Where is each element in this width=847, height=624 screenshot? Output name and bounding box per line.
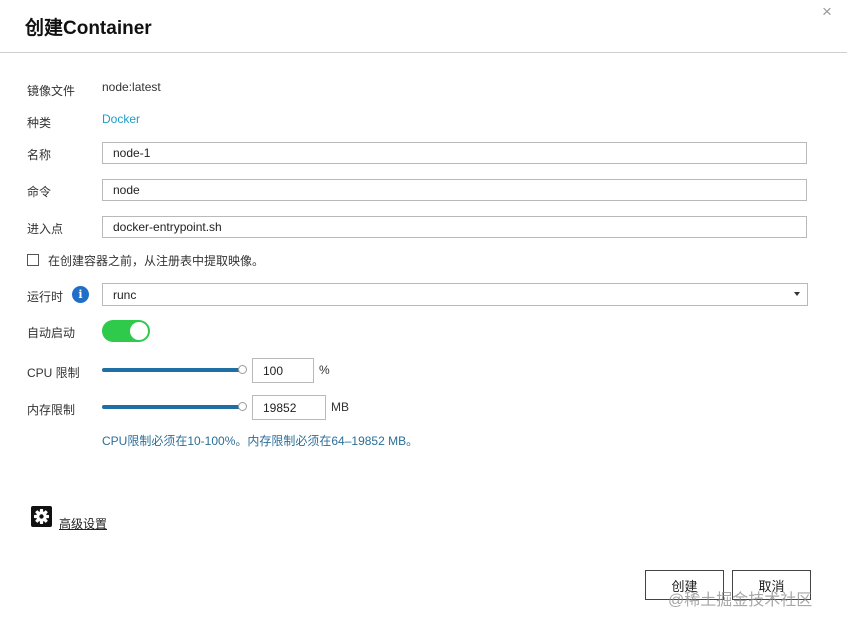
caret-down-icon (794, 292, 800, 296)
create-container-dialog: 创建Container × 镜像文件 node:latest 种类 Docker… (0, 0, 847, 624)
slider-thumb[interactable] (238, 402, 247, 411)
slider-thumb[interactable] (238, 365, 247, 374)
slider-fill (102, 368, 242, 372)
command-input[interactable] (102, 179, 807, 201)
memory-limit-slider[interactable] (102, 402, 247, 412)
slider-fill (102, 405, 242, 409)
cpu-limit-unit: % (319, 363, 330, 377)
name-label: 名称 (27, 148, 52, 162)
gear-icon[interactable] (31, 506, 52, 527)
autostart-toggle[interactable] (102, 320, 150, 342)
dialog-title: 创建Container (25, 18, 152, 39)
info-icon[interactable]: i (72, 286, 89, 303)
memory-limit-input[interactable] (252, 395, 326, 420)
runtime-select[interactable]: runc (102, 283, 808, 306)
memory-limit-label: 内存限制 (27, 403, 76, 417)
title-divider (0, 52, 847, 53)
image-label: 镜像文件 (27, 84, 76, 98)
limit-hint-text: CPU限制必须在10-100%。内存限制必须在64–19852 MB。 (102, 434, 419, 448)
command-label: 命令 (27, 185, 52, 199)
type-link[interactable]: Docker (102, 112, 140, 126)
entrypoint-label: 进入点 (27, 222, 64, 236)
name-input[interactable] (102, 142, 807, 164)
advanced-settings-link[interactable]: 高级设置 (59, 515, 107, 532)
autostart-label: 自动启动 (27, 326, 76, 340)
image-value: node:latest (102, 80, 161, 94)
runtime-label: 运行时 (27, 290, 64, 304)
toggle-knob (130, 322, 148, 340)
close-icon[interactable]: × (822, 2, 832, 22)
pull-image-label: 在创建容器之前，从注册表中提取映像。 (48, 254, 265, 268)
entrypoint-input[interactable] (102, 216, 807, 238)
cpu-limit-input[interactable] (252, 358, 314, 383)
pull-image-checkbox[interactable] (27, 254, 39, 266)
cpu-limit-slider[interactable] (102, 365, 247, 375)
cpu-limit-label: CPU 限制 (27, 366, 80, 380)
type-label: 种类 (27, 116, 52, 130)
memory-limit-unit: MB (331, 400, 349, 414)
watermark: @稀土掘金技术社区 (668, 592, 813, 609)
runtime-select-value: runc (113, 288, 137, 302)
